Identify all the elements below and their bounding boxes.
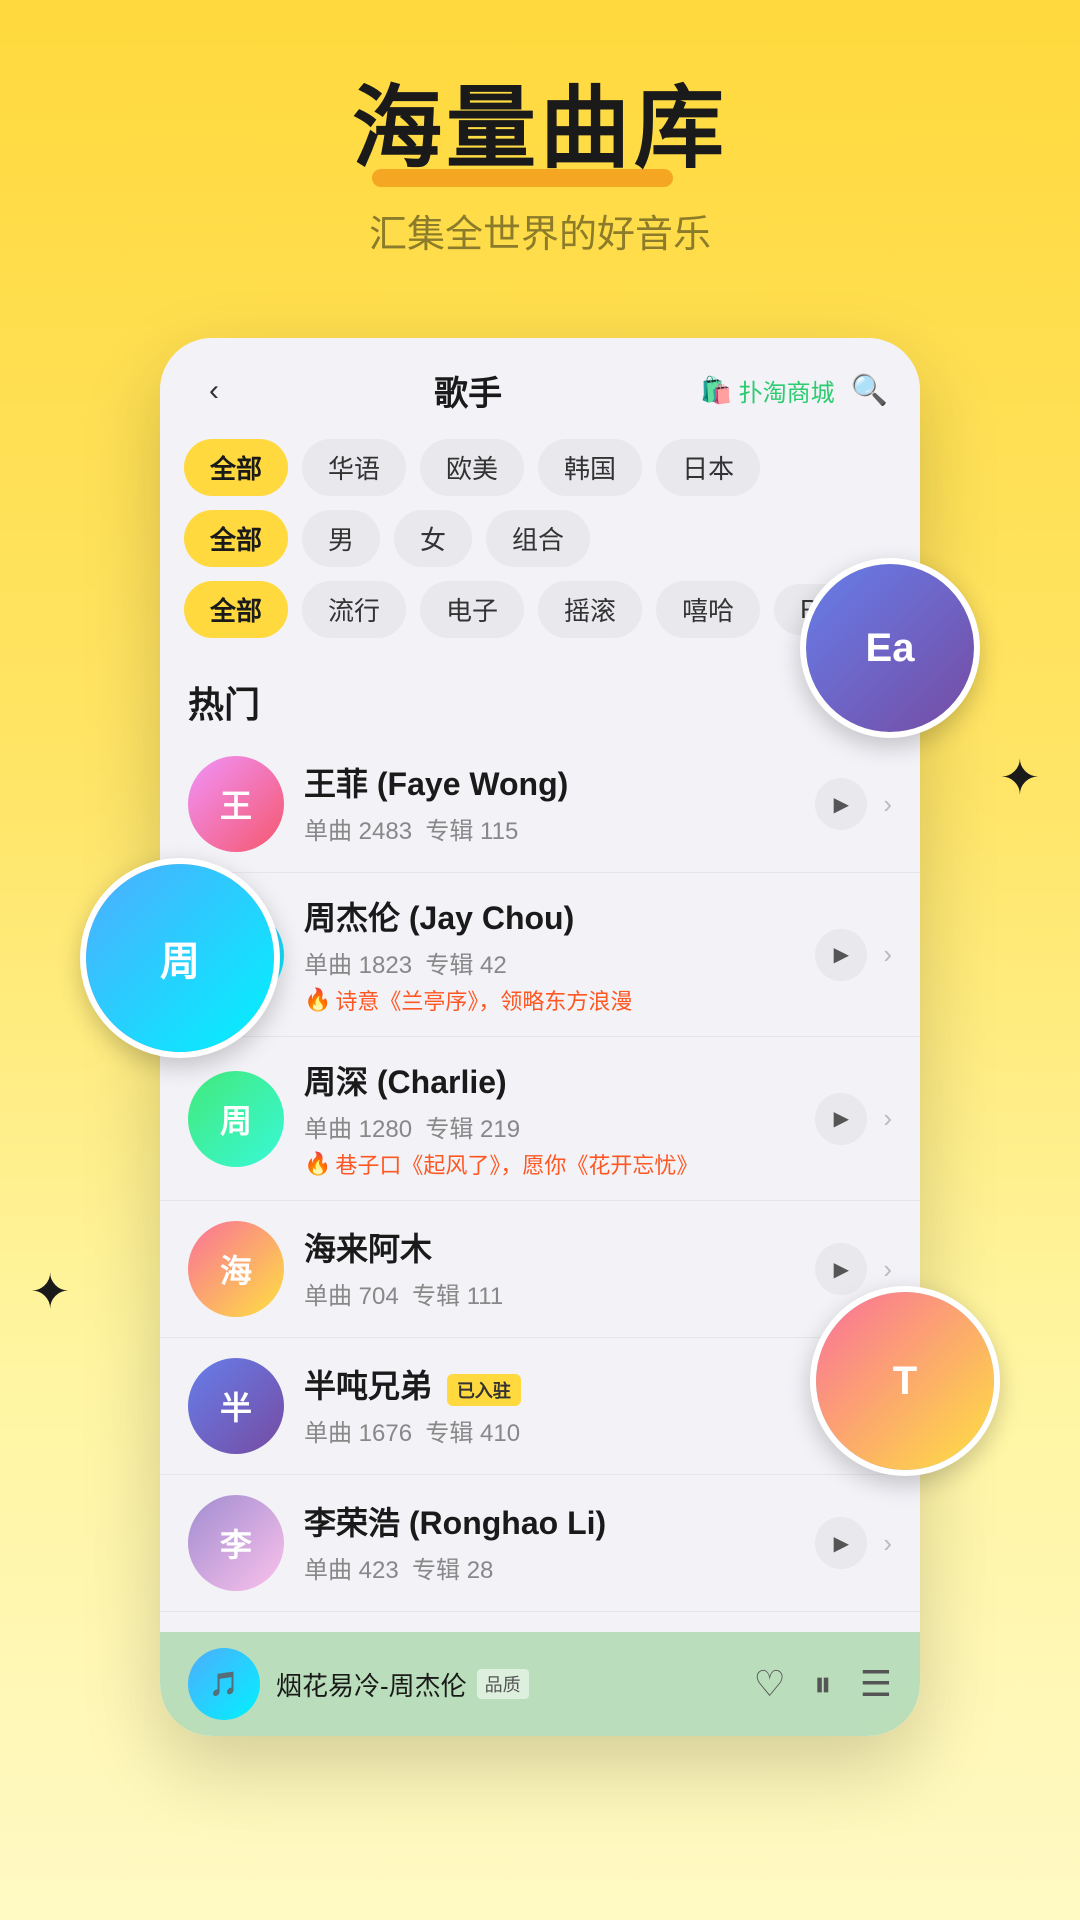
- artist-stats: 单曲 704 专辑 111: [304, 1276, 795, 1311]
- play-button[interactable]: ▶: [815, 1517, 867, 1569]
- featured-artist-top-right: Ea: [800, 558, 980, 738]
- filter-tag-female[interactable]: 女: [394, 510, 472, 567]
- filter-tag-hiphop[interactable]: 嘻哈: [656, 581, 760, 638]
- shop-badge[interactable]: 🛍️ 扑淘商城: [700, 373, 834, 408]
- pause-button[interactable]: ⏸: [814, 1663, 832, 1706]
- app-title: 歌手: [434, 366, 502, 415]
- shop-icon: 🛍️: [700, 375, 732, 406]
- like-button[interactable]: ♡: [753, 1663, 785, 1705]
- artist-actions: ▶ ›: [815, 1243, 892, 1295]
- artist-stats: 单曲 1676 专辑 410: [304, 1413, 795, 1448]
- player-song-info: 烟花易冷-周杰伦 品质: [276, 1666, 737, 1703]
- header-right: 🛍️ 扑淘商城 🔍: [700, 373, 888, 408]
- page-header: 海量曲库 汇集全世界的好音乐: [0, 0, 1080, 298]
- play-button[interactable]: ▶: [815, 1093, 867, 1145]
- filter-tag-electronic[interactable]: 电子: [420, 581, 524, 638]
- table-row[interactable]: 海 海来阿木 单曲 704 专辑 111 ▶ ›: [160, 1201, 920, 1338]
- app-header: ‹ 歌手 🛍️ 扑淘商城 🔍: [160, 338, 920, 431]
- filter-tag-pop[interactable]: 流行: [302, 581, 406, 638]
- avatar: 海: [188, 1221, 284, 1317]
- artist-info: 周杰伦 (Jay Chou) 单曲 1823 专辑 42 🔥 诗意《兰亭序》，领…: [304, 893, 795, 1016]
- featured-avatar-left: 周: [86, 864, 274, 1052]
- filter-row-gender: 全部 男 女 组合: [184, 510, 896, 567]
- filter-tag-rock[interactable]: 摇滚: [538, 581, 642, 638]
- artist-stats: 单曲 423 专辑 28: [304, 1550, 795, 1585]
- avatar: 半: [188, 1358, 284, 1454]
- filter-tag-group[interactable]: 组合: [486, 510, 590, 567]
- filter-row-genre: 全部 流行 电子 摇滚 嘻哈 R&B: [184, 581, 896, 638]
- avatar: 李: [188, 1495, 284, 1591]
- play-button[interactable]: ▶: [815, 929, 867, 981]
- main-title: 海量曲库: [352, 80, 728, 179]
- table-row[interactable]: 半 半吨兄弟 已入驻 单曲 1676 专辑 410 ▶ ›: [160, 1338, 920, 1475]
- playlist-button[interactable]: ☰: [860, 1663, 892, 1705]
- artist-name: 半吨兄弟 已入驻: [304, 1361, 795, 1407]
- player-quality-badge: 品质: [477, 1669, 529, 1699]
- artist-actions: ▶ ›: [815, 1517, 892, 1569]
- featured-artist-left: 周: [80, 858, 280, 1058]
- artist-list: 王 王菲 (Faye Wong) 单曲 2483 专辑 115 ▶ › 周 周杰…: [160, 736, 920, 1632]
- artist-actions: ▶ ›: [815, 778, 892, 830]
- artist-stats: 单曲 1823 专辑 42: [304, 945, 795, 980]
- filter-tag-all-gender[interactable]: 全部: [184, 510, 288, 567]
- artist-name: 周深 (Charlie): [304, 1057, 795, 1103]
- artist-stats: 单曲 2483 专辑 115: [304, 811, 795, 846]
- chevron-icon[interactable]: ›: [883, 939, 892, 970]
- avatar: 王: [188, 756, 284, 852]
- search-button[interactable]: 🔍: [851, 373, 888, 408]
- artist-actions: ▶ ›: [815, 929, 892, 981]
- artist-info: 半吨兄弟 已入驻 单曲 1676 专辑 410: [304, 1361, 795, 1452]
- play-button[interactable]: ▶: [815, 1243, 867, 1295]
- star-decoration-right: ✦: [1000, 750, 1040, 806]
- chevron-icon[interactable]: ›: [883, 1103, 892, 1134]
- artist-name: 王菲 (Faye Wong): [304, 759, 795, 805]
- phone-frame: ‹ 歌手 🛍️ 扑淘商城 🔍 全部 华语 欧美 韩国: [160, 338, 920, 1736]
- verified-badge: 已入驻: [447, 1374, 521, 1406]
- artist-name: 海来阿木: [304, 1224, 795, 1270]
- featured-artist-bottom-right: T: [810, 1286, 1000, 1476]
- filter-tag-chinese[interactable]: 华语: [302, 439, 406, 496]
- filter-tag-western[interactable]: 欧美: [420, 439, 524, 496]
- table-row[interactable]: 王 王菲 (Faye Wong) 单曲 2483 专辑 115 ▶ ›: [160, 736, 920, 873]
- page-container: 海量曲库 汇集全世界的好音乐 ✦ ✦ Ea 周 T ‹ 歌手: [0, 0, 1080, 1736]
- filter-tag-korean[interactable]: 韩国: [538, 439, 642, 496]
- table-row[interactable]: 周 周深 (Charlie) 单曲 1280 专辑 219 🔥 巷子口《起风了》…: [160, 1037, 920, 1201]
- avatar: 周: [188, 1071, 284, 1167]
- shop-label: 扑淘商城: [739, 373, 835, 408]
- play-button[interactable]: ▶: [815, 778, 867, 830]
- filter-tag-all-genre[interactable]: 全部: [184, 581, 288, 638]
- filter-tag-all-region[interactable]: 全部: [184, 439, 288, 496]
- star-decoration-left: ✦: [30, 1264, 70, 1320]
- filter-row-region: 全部 华语 欧美 韩国 日本: [184, 439, 896, 496]
- artist-actions: ▶ ›: [815, 1093, 892, 1145]
- featured-avatar-bottom-right: T: [816, 1292, 994, 1470]
- filter-tag-male[interactable]: 男: [302, 510, 380, 567]
- artist-name: 周杰伦 (Jay Chou): [304, 893, 795, 939]
- artist-hot-text: 🔥 诗意《兰亭序》，领略东方浪漫: [304, 984, 795, 1016]
- player-controls: ♡ ⏸ ☰: [753, 1663, 892, 1706]
- artist-info: 李荣浩 (Ronghao Li) 单曲 423 专辑 28: [304, 1498, 795, 1589]
- filter-tag-japanese[interactable]: 日本: [656, 439, 760, 496]
- player-song-name: 烟花易冷-周杰伦: [276, 1666, 467, 1703]
- player-bar: 🎵 烟花易冷-周杰伦 品质 ♡ ⏸ ☰: [160, 1632, 920, 1736]
- table-row[interactable]: 李 李荣浩 (Ronghao Li) 单曲 423 专辑 28 ▶ ›: [160, 1475, 920, 1612]
- artist-info: 海来阿木 单曲 704 专辑 111: [304, 1224, 795, 1315]
- player-avatar: 🎵: [188, 1648, 260, 1720]
- artist-name: 李荣浩 (Ronghao Li): [304, 1498, 795, 1544]
- artist-hot-text: 🔥 巷子口《起风了》，愿你《花开忘忧》: [304, 1148, 795, 1180]
- chevron-icon[interactable]: ›: [883, 1528, 892, 1559]
- back-button[interactable]: ‹: [192, 374, 236, 408]
- featured-avatar-top: Ea: [806, 564, 974, 732]
- fire-icon: 🔥: [304, 1151, 331, 1177]
- chevron-icon[interactable]: ›: [883, 1254, 892, 1285]
- artist-info: 周深 (Charlie) 单曲 1280 专辑 219 🔥 巷子口《起风了》，愿…: [304, 1057, 795, 1180]
- fire-icon: 🔥: [304, 987, 331, 1013]
- phone-mockup: Ea 周 T ‹ 歌手 🛍️ 扑淘商城 🔍: [160, 338, 920, 1736]
- artist-info: 王菲 (Faye Wong) 单曲 2483 专辑 115: [304, 759, 795, 850]
- chevron-icon[interactable]: ›: [883, 789, 892, 820]
- artist-stats: 单曲 1280 专辑 219: [304, 1109, 795, 1144]
- subtitle: 汇集全世界的好音乐: [0, 203, 1080, 258]
